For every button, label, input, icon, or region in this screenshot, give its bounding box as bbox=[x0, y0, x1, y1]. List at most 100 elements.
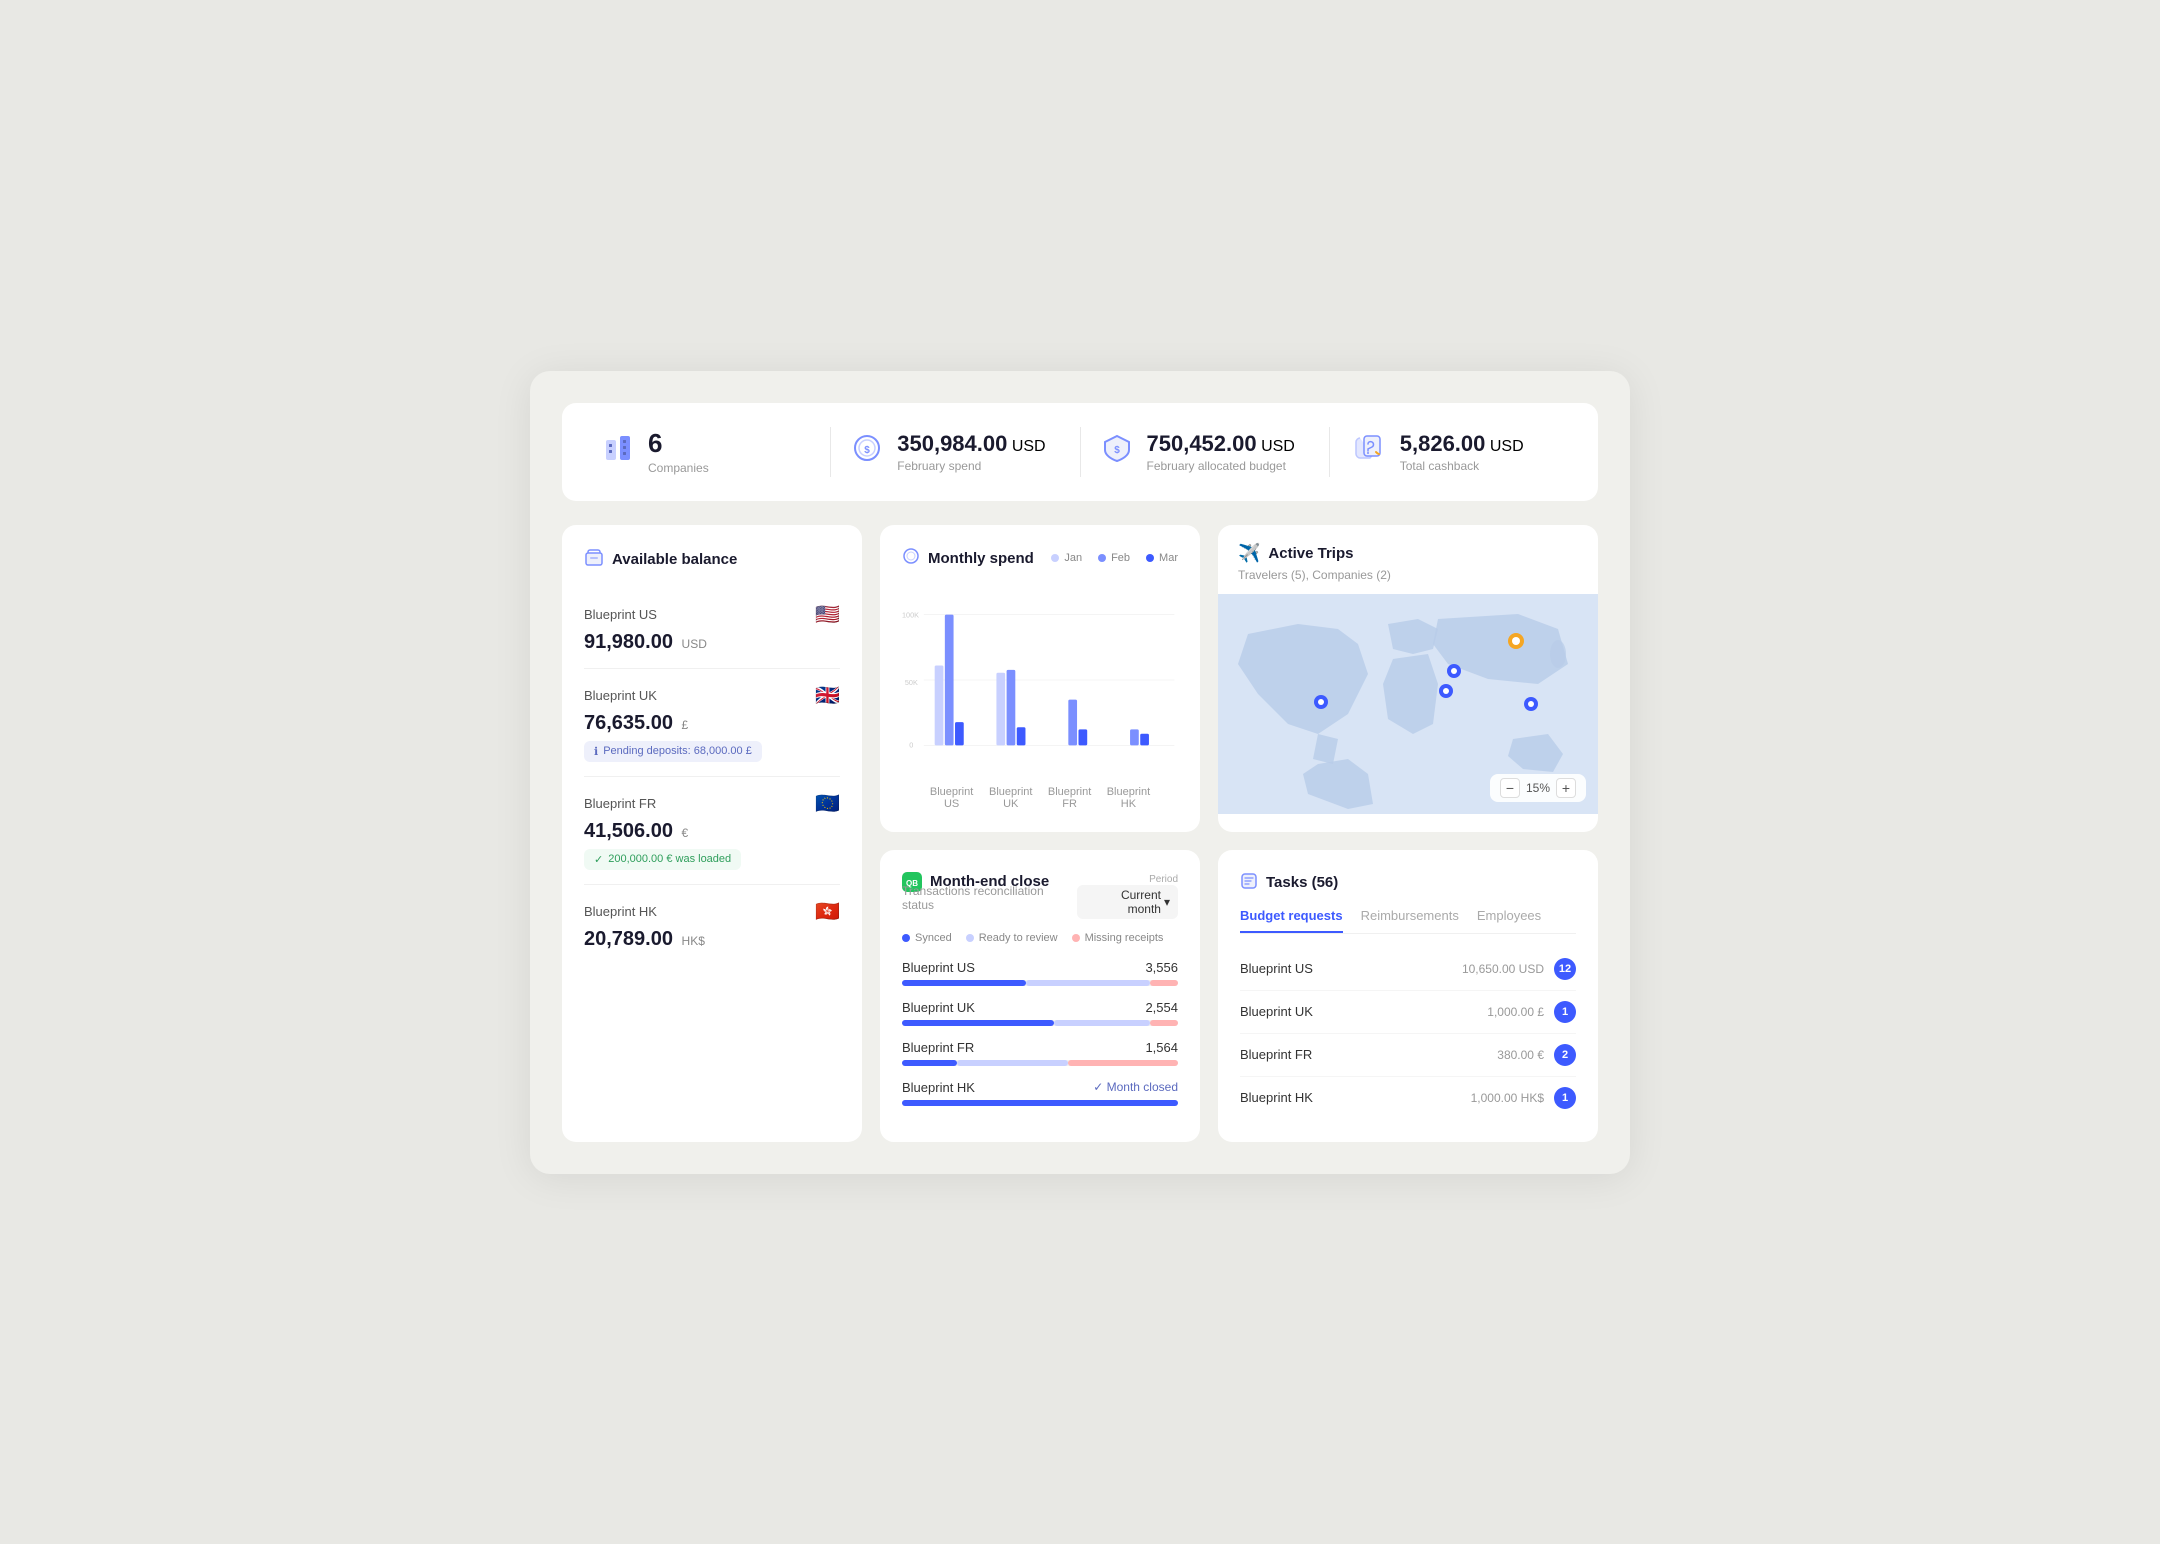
companies-icon bbox=[602, 432, 634, 471]
balance-item-name: Blueprint FR bbox=[584, 796, 656, 811]
svg-text:50K: 50K bbox=[905, 678, 918, 687]
reconcile-bar bbox=[902, 1060, 1178, 1066]
chart-label-hk: Blueprint HK bbox=[1099, 786, 1158, 810]
reconcile-count: 3,556 bbox=[1145, 960, 1178, 975]
task-right: 1,000.00 HK$ 1 bbox=[1471, 1087, 1576, 1109]
map-container: − 15% + bbox=[1218, 594, 1598, 814]
chart-labels: Blueprint US Blueprint UK Blueprint FR B… bbox=[902, 780, 1178, 810]
missing-dot bbox=[1072, 934, 1080, 942]
stat-companies: 6 Companies bbox=[602, 428, 810, 475]
period-container: Period Current month ▾ bbox=[1077, 874, 1178, 919]
reconcile-name: Blueprint HK bbox=[902, 1080, 975, 1095]
loaded-badge: ✓200,000.00 € was loaded bbox=[584, 849, 741, 870]
trips-card: ✈️ Active Trips Travelers (5), Companies… bbox=[1218, 525, 1598, 832]
reconcile-row: Blueprint HK ✓ Month closed bbox=[902, 1080, 1178, 1106]
map-pin-2[interactable] bbox=[1447, 664, 1461, 678]
balance-item-amount: 20,789.00 HK$ bbox=[584, 928, 840, 951]
flag-icon: 🇬🇧 bbox=[815, 683, 840, 708]
balance-icon bbox=[584, 547, 604, 572]
legend-item: Mar bbox=[1146, 552, 1178, 564]
stats-bar: 6 Companies $ 350,984.00 USD February sp… bbox=[562, 403, 1598, 501]
missing-bar bbox=[1150, 980, 1178, 986]
task-row: Blueprint FR 380.00 € 2 bbox=[1240, 1034, 1576, 1077]
flag-icon: 🇺🇸 bbox=[815, 602, 840, 627]
reconcile-bar bbox=[902, 980, 1178, 986]
trips-title: ✈️ Active Trips bbox=[1238, 543, 1578, 564]
cashback-label: Total cashback bbox=[1400, 459, 1524, 473]
review-bar bbox=[957, 1060, 1067, 1066]
legend-item: Feb bbox=[1098, 552, 1130, 564]
feb-budget-amount: 750,452.00 bbox=[1147, 431, 1257, 456]
svg-text:0: 0 bbox=[909, 740, 913, 749]
legend-review: Ready to review bbox=[966, 932, 1058, 944]
synced-bar bbox=[902, 1020, 1054, 1026]
zoom-out-button[interactable]: − bbox=[1500, 778, 1520, 798]
divider-1 bbox=[830, 427, 831, 477]
feb-spend-amount: 350,984.00 bbox=[897, 431, 1007, 456]
feb-budget-label: February allocated budget bbox=[1147, 459, 1295, 473]
flag-icon: 🇪🇺 bbox=[815, 791, 840, 816]
task-amount: 10,650.00 USD bbox=[1462, 962, 1544, 976]
feb-budget-currency: USD bbox=[1261, 438, 1295, 455]
reconcile-name: Blueprint UK bbox=[902, 1000, 975, 1015]
svg-text:$: $ bbox=[1114, 445, 1120, 456]
balance-item-name: Blueprint US bbox=[584, 607, 657, 622]
feb-spend-icon: $ bbox=[851, 432, 883, 471]
trips-subtitle: Travelers (5), Companies (2) bbox=[1238, 568, 1578, 582]
task-rows: Blueprint US 10,650.00 USD 12 Blueprint … bbox=[1240, 948, 1576, 1119]
map-pin-1[interactable] bbox=[1508, 633, 1524, 649]
cashback-amount: 5,826.00 bbox=[1400, 431, 1486, 456]
balance-title: Available balance bbox=[584, 547, 840, 572]
balance-item: Blueprint US 🇺🇸 91,980.00 USD bbox=[584, 588, 840, 669]
task-amount: 1,000.00 £ bbox=[1487, 1005, 1544, 1019]
feb-budget-icon: $ bbox=[1101, 432, 1133, 471]
trips-icon: ✈️ bbox=[1238, 543, 1260, 564]
chevron-down-icon: ▾ bbox=[1164, 895, 1170, 909]
task-right: 1,000.00 £ 1 bbox=[1487, 1001, 1576, 1023]
reconcile-row: Blueprint UK 2,554 bbox=[902, 1000, 1178, 1026]
reconcile-name: Blueprint FR bbox=[902, 1040, 974, 1055]
task-row: Blueprint UK 1,000.00 £ 1 bbox=[1240, 991, 1576, 1034]
review-dot bbox=[966, 934, 974, 942]
map-pin-5[interactable] bbox=[1524, 697, 1538, 711]
task-name: Blueprint FR bbox=[1240, 1047, 1312, 1062]
zoom-in-button[interactable]: + bbox=[1556, 778, 1576, 798]
tasks-tab[interactable]: Employees bbox=[1477, 908, 1541, 933]
main-grid: Available balance Blueprint US 🇺🇸 91,980… bbox=[562, 525, 1598, 1142]
review-bar bbox=[1054, 1020, 1151, 1026]
legend-dot bbox=[1051, 554, 1059, 562]
chart-label-fr: Blueprint FR bbox=[1040, 786, 1099, 810]
task-amount: 380.00 € bbox=[1497, 1048, 1544, 1062]
cashback-icon bbox=[1350, 432, 1386, 471]
tasks-tab[interactable]: Budget requests bbox=[1240, 908, 1343, 933]
period-selector[interactable]: Current month ▾ bbox=[1077, 885, 1178, 919]
reconcile-rows: Blueprint US 3,556 Blueprint UK 2,554 Bl… bbox=[902, 960, 1178, 1106]
close-subtitle: Transactions reconciliation status bbox=[902, 884, 1077, 912]
chart-label-us: Blueprint US bbox=[922, 786, 981, 810]
task-badge: 1 bbox=[1554, 1001, 1576, 1023]
map-pin-4[interactable] bbox=[1314, 695, 1328, 709]
divider-2 bbox=[1080, 427, 1081, 477]
tasks-card: Tasks (56) Budget requests Reimbursements… bbox=[1218, 850, 1598, 1142]
synced-bar bbox=[902, 980, 1026, 986]
period-label: Period bbox=[1077, 874, 1178, 885]
tasks-tab[interactable]: Reimbursements bbox=[1361, 908, 1459, 933]
task-badge: 1 bbox=[1554, 1087, 1576, 1109]
balance-item-amount: 76,635.00 £ bbox=[584, 712, 840, 735]
synced-bar bbox=[902, 1060, 957, 1066]
task-name: Blueprint HK bbox=[1240, 1090, 1313, 1105]
pending-badge: ℹPending deposits: 68,000.00 £ bbox=[584, 741, 762, 762]
balance-item: Blueprint HK 🇭🇰 20,789.00 HK$ bbox=[584, 885, 840, 965]
reconcile-row: Blueprint US 3,556 bbox=[902, 960, 1178, 986]
balance-item: Blueprint FR 🇪🇺 41,506.00 € ✓200,000.00 … bbox=[584, 777, 840, 885]
balance-items: Blueprint US 🇺🇸 91,980.00 USD Blueprint … bbox=[584, 588, 840, 965]
trips-header: ✈️ Active Trips Travelers (5), Companies… bbox=[1218, 525, 1598, 594]
svg-text:100K: 100K bbox=[902, 610, 919, 619]
balance-item: Blueprint UK 🇬🇧 76,635.00 £ ℹPending dep… bbox=[584, 669, 840, 777]
dashboard: 6 Companies $ 350,984.00 USD February sp… bbox=[530, 371, 1630, 1174]
tasks-title: Tasks (56) bbox=[1240, 872, 1576, 894]
map-pin-3[interactable] bbox=[1439, 684, 1453, 698]
spend-title: Monthly spend bbox=[902, 547, 1034, 570]
balance-item-amount: 91,980.00 USD bbox=[584, 631, 840, 654]
cashback-currency: USD bbox=[1490, 438, 1524, 455]
